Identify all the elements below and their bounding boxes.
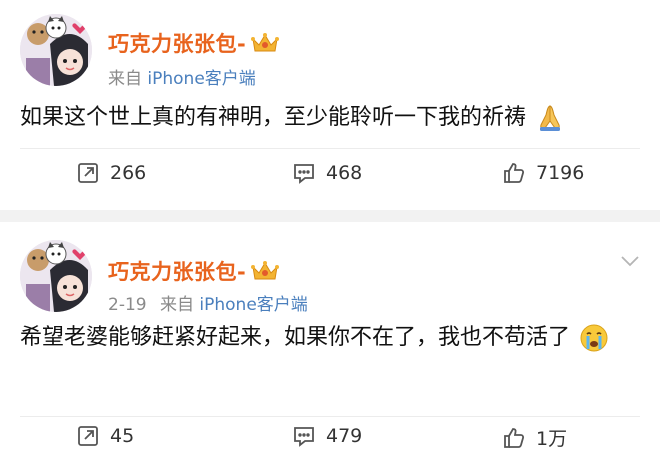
like-count: 7196 bbox=[536, 162, 585, 184]
source-prefix: 来自 bbox=[108, 69, 142, 89]
comment-icon bbox=[294, 164, 314, 184]
avatar[interactable] bbox=[20, 240, 92, 312]
author-row: 巧克力张张包- bbox=[108, 28, 280, 58]
author-name[interactable]: 巧克力张张包- bbox=[108, 28, 246, 58]
comment-count: 479 bbox=[326, 425, 363, 447]
post-meta: 2-19 来自 iPhone客户端 bbox=[108, 290, 308, 315]
repost-icon bbox=[78, 163, 98, 183]
vip-crown-icon bbox=[251, 33, 280, 52]
post-meta: 来自 iPhone客户端 bbox=[108, 64, 256, 89]
repost-button[interactable]: 45 bbox=[76, 424, 134, 448]
chevron-down-icon[interactable] bbox=[620, 254, 640, 268]
repost-count: 45 bbox=[110, 425, 135, 447]
source-prefix: 来自 bbox=[160, 295, 194, 315]
avatar-image bbox=[20, 14, 92, 86]
source-app-link[interactable]: iPhone客户端 bbox=[199, 295, 307, 315]
like-icon bbox=[504, 427, 525, 448]
like-icon bbox=[504, 163, 525, 183]
divider bbox=[20, 416, 640, 417]
like-button[interactable]: 1万 bbox=[502, 424, 567, 451]
divider bbox=[20, 148, 640, 149]
comment-button[interactable]: 479 bbox=[292, 424, 362, 448]
weibo-post-2: 巧克力张张包- 2-19 来自 iPhone客户端 希望老婆能够赶紧好起来，如果… bbox=[0, 222, 660, 475]
repost-count: 266 bbox=[110, 162, 147, 184]
action-bar: 266 468 7196 bbox=[0, 161, 660, 201]
praying-hands-emoji bbox=[540, 105, 561, 131]
post-text: 如果这个世上真的有神明，至少能聆听一下我的祈祷 bbox=[20, 96, 640, 140]
comment-button[interactable]: 468 bbox=[292, 161, 362, 185]
post-date: 2-19 bbox=[108, 295, 147, 315]
post-text: 希望老婆能够赶紧好起来，如果你不在了，我也不苟活了 bbox=[20, 316, 640, 360]
comment-icon bbox=[294, 427, 314, 447]
avatar-image bbox=[20, 240, 92, 312]
repost-icon bbox=[78, 426, 98, 446]
crying-face-emoji bbox=[580, 324, 608, 352]
post-text-content: 如果这个世上真的有神明，至少能聆听一下我的祈祷 bbox=[20, 105, 527, 130]
like-button[interactable]: 7196 bbox=[502, 161, 584, 185]
repost-button[interactable]: 266 bbox=[76, 161, 146, 185]
author-row: 巧克力张张包- bbox=[108, 256, 280, 286]
like-count: 1万 bbox=[536, 428, 568, 450]
post-text-content: 希望老婆能够赶紧好起来，如果你不在了，我也不苟活了 bbox=[20, 325, 571, 350]
avatar[interactable] bbox=[20, 14, 92, 86]
action-bar: 45 479 1万 bbox=[0, 424, 660, 464]
weibo-post-1: 巧克力张张包- 来自 iPhone客户端 如果这个世上真的有神明，至少能聆听一下… bbox=[0, 0, 660, 210]
comment-count: 468 bbox=[326, 162, 363, 184]
author-name[interactable]: 巧克力张张包- bbox=[108, 256, 246, 286]
source-app-link[interactable]: iPhone客户端 bbox=[147, 69, 255, 89]
post-separator bbox=[0, 210, 660, 222]
vip-crown-icon bbox=[251, 261, 280, 280]
